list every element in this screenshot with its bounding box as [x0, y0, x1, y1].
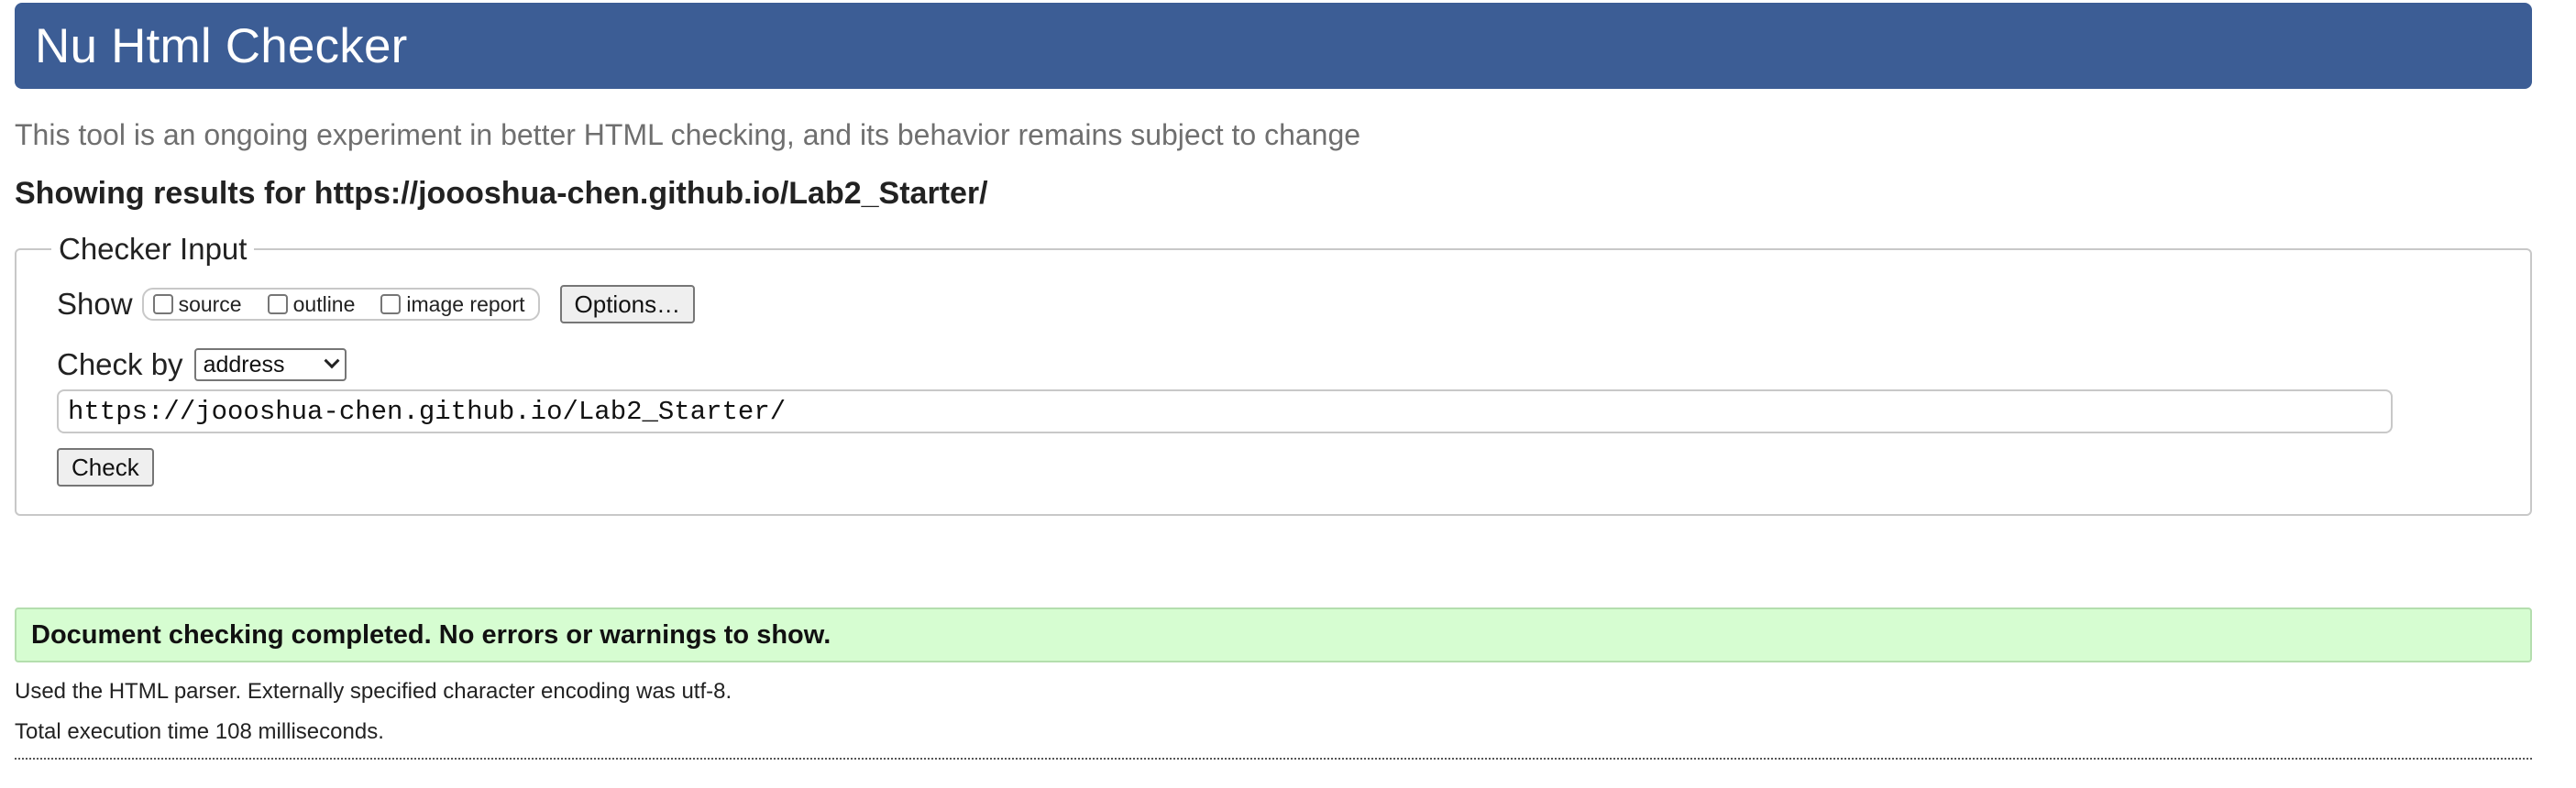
check-button[interactable]: Check — [57, 448, 154, 487]
header-banner: Nu Html Checker — [15, 3, 2532, 89]
outline-checkbox-label: outline — [292, 291, 356, 316]
parser-info: Used the HTML parser. Externally specifi… — [15, 679, 732, 704]
image-report-checkbox[interactable] — [380, 294, 402, 314]
show-options-group: source outline image report — [141, 288, 540, 321]
source-checkbox[interactable] — [152, 294, 173, 314]
success-message: Document checking completed. No errors o… — [15, 607, 2532, 662]
url-input[interactable]: https://joooshua-chen.github.io/Lab2_Sta… — [57, 389, 2393, 433]
page: Nu Html Checker This tool is an ongoing … — [15, 3, 2532, 760]
check-by-select[interactable]: address — [193, 348, 347, 381]
checker-input-fieldset: Checker Input Show source outline image … — [15, 232, 2532, 516]
image-report-checkbox-label: image report — [406, 291, 525, 316]
outline-checkbox[interactable] — [267, 294, 288, 314]
execution-time: Total execution time 108 milliseconds. — [15, 719, 384, 744]
url-input-value: https://joooshua-chen.github.io/Lab2_Sta… — [68, 396, 787, 427]
show-outline-option[interactable]: outline — [267, 291, 356, 317]
dotted-divider — [15, 758, 2532, 760]
check-by-selected-value: address — [203, 351, 285, 378]
show-image-report-option[interactable]: image report — [380, 291, 525, 317]
checker-input-legend: Checker Input — [59, 232, 248, 266]
intro-text: This tool is an ongoing experiment in be… — [15, 118, 1361, 151]
showing-results-heading: Showing results for https://joooshua-che… — [15, 176, 988, 211]
check-by-label: Check by — [57, 347, 183, 381]
check-by-row: Check by address — [57, 347, 2490, 382]
page-title: Nu Html Checker — [35, 18, 408, 73]
show-source-option[interactable]: source — [152, 291, 242, 317]
source-checkbox-label: source — [178, 291, 242, 316]
chevron-down-icon — [324, 353, 340, 369]
show-row: Show source outline image report Options… — [57, 285, 2490, 323]
options-button[interactable]: Options… — [559, 285, 696, 323]
show-label: Show — [57, 287, 133, 321]
